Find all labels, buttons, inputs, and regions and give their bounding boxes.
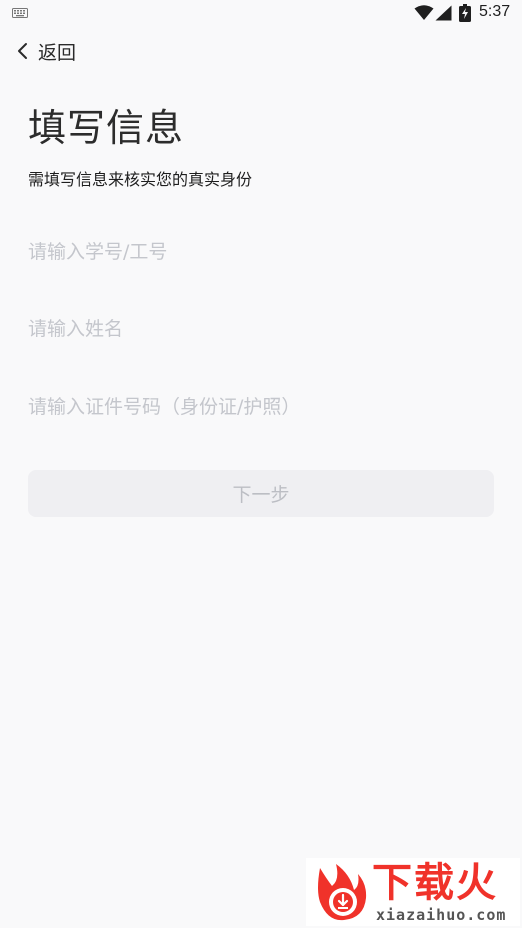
back-button[interactable]: 返回 — [16, 34, 76, 68]
screen: 5:37 返回 填写信息 需填写信息来核实您的真实身份 下一步 下载火 xiaz… — [0, 0, 522, 928]
wifi-icon — [414, 5, 434, 20]
watermark-brand: 下载火 — [372, 860, 498, 906]
signal-icon — [435, 5, 452, 21]
back-label: 返回 — [38, 41, 77, 64]
watermark-logo: 下载火 xiazaihuo.com — [306, 858, 520, 926]
status-time: 5:37 — [479, 3, 511, 20]
chevron-left-icon — [18, 43, 27, 59]
status-bar: 5:37 — [0, 0, 522, 28]
student-id-input[interactable] — [28, 232, 494, 272]
page-title: 填写信息 — [28, 106, 185, 150]
keyboard-icon — [12, 8, 28, 18]
page-subtitle: 需填写信息来核实您的真实身份 — [28, 170, 253, 189]
id-number-input[interactable] — [28, 387, 494, 427]
name-input[interactable] — [28, 309, 494, 349]
watermark-url: xiazaihuo.com — [376, 906, 507, 924]
flame-logo-icon — [318, 864, 367, 921]
battery-charging-icon — [459, 4, 471, 22]
next-button[interactable]: 下一步 — [28, 470, 494, 517]
